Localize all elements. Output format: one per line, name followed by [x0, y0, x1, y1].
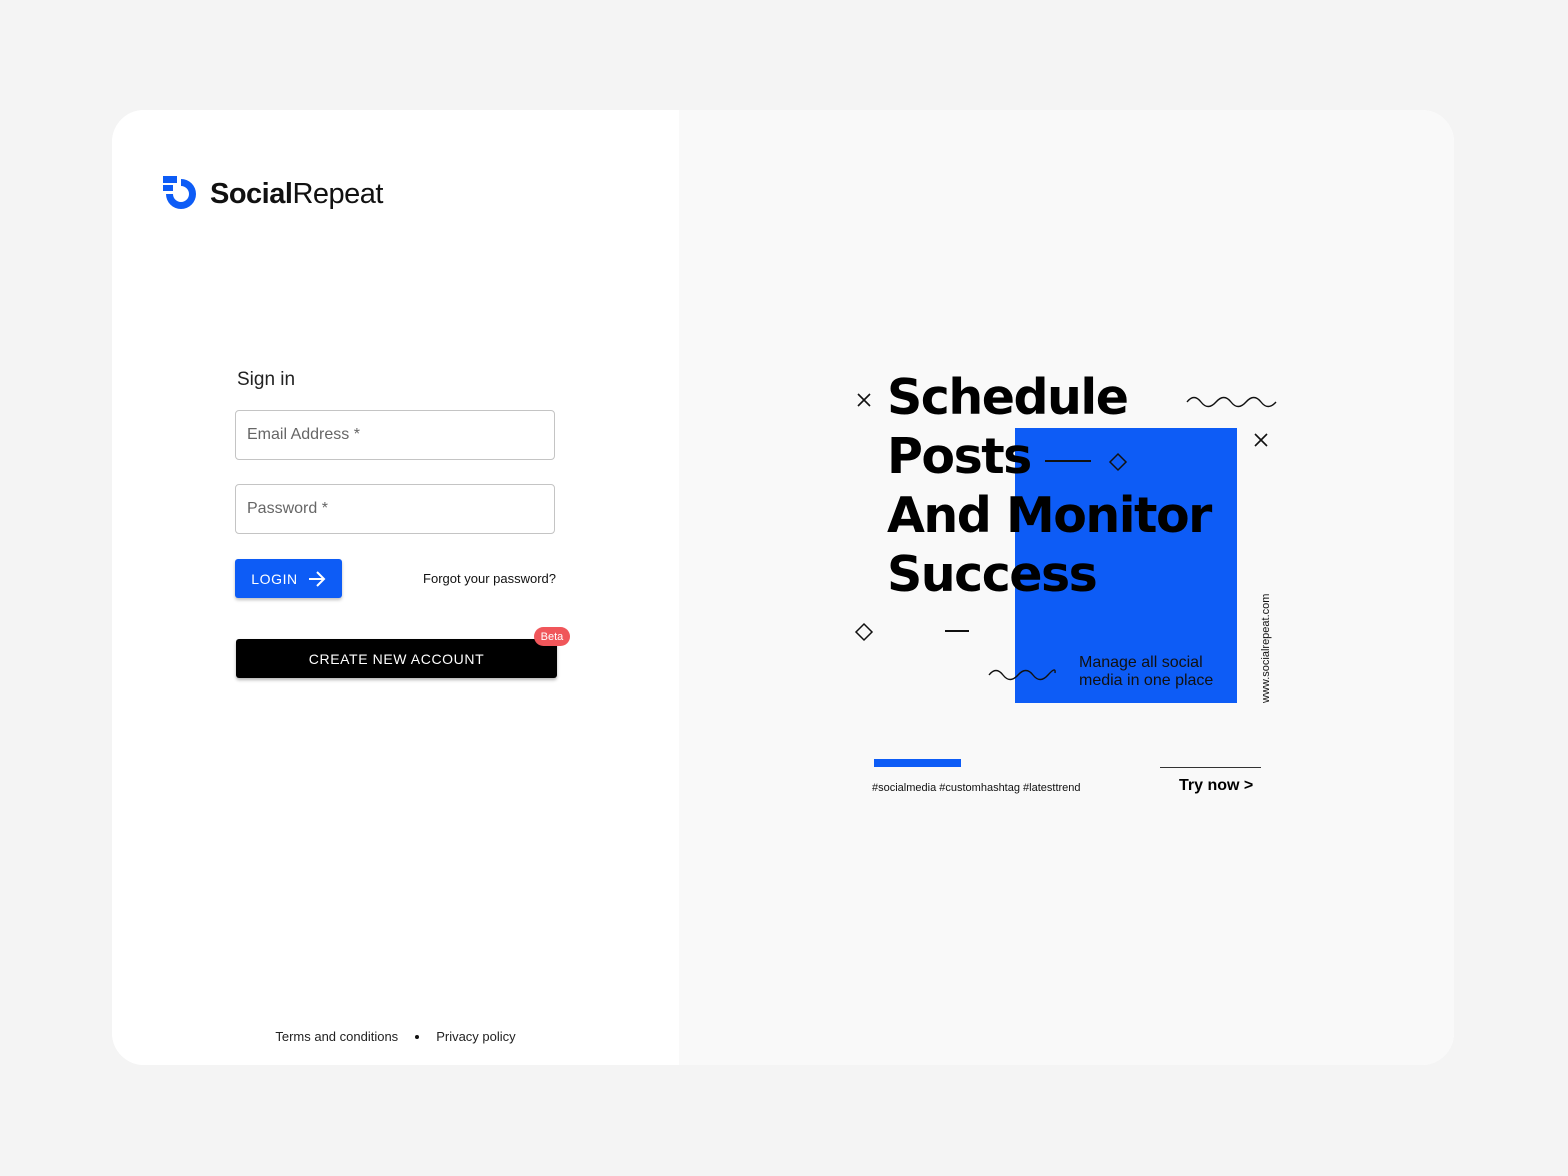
separator-dot	[415, 1034, 420, 1039]
email-field[interactable]	[235, 410, 555, 460]
login-button[interactable]: LOGIN	[235, 559, 342, 598]
promo-tagline: Manage all social media in one place	[1079, 654, 1213, 690]
dash-line	[1045, 460, 1091, 462]
password-field[interactable]	[235, 484, 555, 534]
brand-wordmark: SocialRepeat	[210, 177, 383, 210]
tagline-line: Manage all social	[1079, 654, 1203, 671]
forgot-password-link[interactable]: Forgot your password?	[412, 571, 556, 586]
brand-logo: SocialRepeat	[162, 175, 383, 213]
promo-artwork: Schedule Posts And Monitor Success Manag…	[679, 110, 1454, 1065]
footer-links: Terms and conditions Privacy policy	[112, 1029, 679, 1044]
terms-link[interactable]: Terms and conditions	[275, 1029, 398, 1044]
promo-url: www.socialrepeat.com	[1260, 593, 1272, 703]
login-button-label: LOGIN	[251, 570, 298, 587]
tagline-line: media in one place	[1079, 672, 1214, 689]
create-account-button[interactable]: CREATE NEW ACCOUNT	[236, 639, 557, 678]
login-card: SocialRepeat Sign in LOGIN Forgot your p…	[112, 110, 1454, 1065]
signin-title: Sign in	[237, 369, 296, 390]
privacy-link[interactable]: Privacy policy	[436, 1029, 515, 1044]
promo-hashtags: #socialmedia #customhashtag #latesttrend	[872, 782, 1081, 794]
x-mark-icon	[857, 393, 871, 407]
try-now-link[interactable]: Try now >	[1179, 777, 1253, 795]
signin-panel: SocialRepeat Sign in LOGIN Forgot your p…	[112, 110, 679, 1065]
headline-line: Success	[887, 546, 1098, 603]
headline-line: Posts	[887, 428, 1032, 485]
wave-icon	[1186, 396, 1277, 408]
promo-panel: Schedule Posts And Monitor Success Manag…	[679, 110, 1454, 1065]
headline-line: Schedule	[887, 369, 1129, 426]
headline-line: And Monitor	[887, 487, 1212, 544]
dash-line	[945, 630, 969, 632]
promo-accent-bar	[874, 759, 961, 767]
beta-badge: Beta	[534, 627, 570, 646]
social-repeat-logo-icon	[163, 176, 196, 209]
promo-headline: Schedule Posts And Monitor Success	[887, 368, 1212, 604]
try-now-rule	[1160, 767, 1261, 768]
arrow-right-icon	[308, 570, 326, 587]
diamond-icon	[854, 622, 874, 642]
x-mark-icon	[1254, 433, 1268, 447]
wave-icon	[988, 669, 1056, 681]
diamond-icon	[1108, 452, 1128, 472]
